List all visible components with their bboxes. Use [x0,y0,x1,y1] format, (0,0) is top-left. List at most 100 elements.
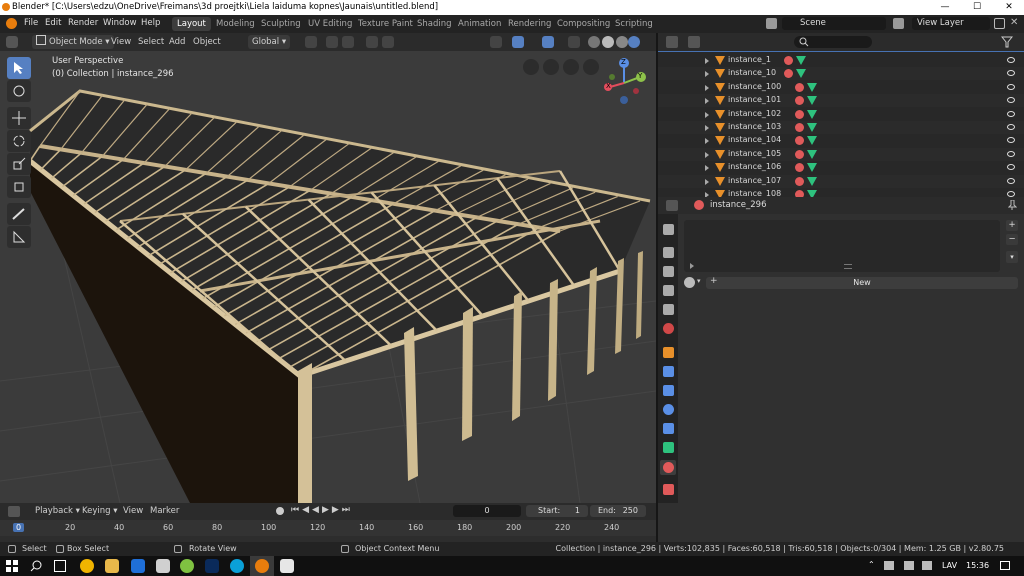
menu-object[interactable]: Object [193,35,221,49]
expand-arrow-icon[interactable] [705,138,709,145]
visibility-eye-icon[interactable] [1007,70,1015,77]
material-slot-list[interactable] [684,220,1000,272]
output-tab-icon[interactable] [663,266,674,277]
view-layer-selector[interactable]: View Layer [912,17,990,30]
expand-arrow-icon[interactable] [705,165,709,172]
scene-icon[interactable] [766,18,777,29]
app-icon-3[interactable] [280,559,294,573]
filter-icon[interactable] [1000,36,1014,48]
modifier-tab-icon[interactable] [663,366,674,377]
expand-arrow-icon[interactable] [705,84,709,91]
pivot-icon[interactable] [305,36,317,48]
overlay-toggle-icon[interactable] [542,36,554,48]
view-layer-copy-icon[interactable] [994,18,1005,29]
menu-view-timeline[interactable]: View [123,504,143,518]
shading-options-icon[interactable] [642,36,652,48]
properties-editor-type-icon[interactable] [666,200,678,211]
cursor-tool[interactable] [7,80,31,102]
tray-network-icon[interactable] [884,561,894,570]
menu-playback[interactable]: Playback ▾ [35,504,80,518]
render-tab-icon[interactable] [663,247,674,258]
visibility-eye-icon[interactable] [1007,177,1015,184]
menu-help[interactable]: Help [141,18,160,28]
select-box-tool[interactable] [7,57,31,79]
expand-arrow-icon[interactable] [705,178,709,185]
scene-selector[interactable]: Scene [782,17,886,30]
menu-view[interactable]: View [111,35,131,49]
expand-arrow-icon[interactable] [705,151,709,158]
tab-modeling[interactable]: Modeling [211,17,260,31]
word-icon[interactable] [131,559,145,573]
view-layer-icon[interactable] [893,18,904,29]
gizmo-toggle-icon[interactable] [512,36,524,48]
constraints-tab-icon[interactable] [663,423,674,434]
tab-layout[interactable]: Layout [172,17,211,31]
rotate-tool[interactable] [7,130,31,152]
menu-render[interactable]: Render [68,18,98,28]
transform-tool[interactable] [7,176,31,198]
notification-icon[interactable] [1000,561,1010,570]
tray-chevron-icon[interactable]: ⌃ [868,560,875,569]
outliner-item[interactable]: instance_104 [658,134,1024,148]
view-layer-tab-icon[interactable] [663,285,674,296]
resize-handle[interactable] [844,264,852,269]
visibility-eye-icon[interactable] [1007,110,1015,117]
start-frame-field[interactable]: Start: 1 [526,505,588,517]
expand-icon[interactable] [690,263,694,269]
tool-tab-icon[interactable] [663,224,674,235]
tab-sculpting[interactable]: Sculpting [256,17,306,31]
measure-tool[interactable] [7,226,31,248]
task-view-icon[interactable] [54,560,66,572]
rendered-shading-icon[interactable] [628,36,640,48]
annotate-tool[interactable] [7,203,31,225]
timeline-ruler[interactable]: 0 20 40 60 80 100 120 140 160 180 200 220 240 [0,520,656,536]
visibility-eye-icon[interactable] [1007,124,1015,130]
falloff-icon[interactable] [382,36,394,48]
add-slot-button[interactable]: + [1006,220,1018,231]
outliner-item[interactable]: instance_103 [658,121,1024,134]
expand-arrow-icon[interactable] [705,125,709,131]
outliner-item[interactable]: instance_107 [658,174,1024,188]
outliner-item[interactable]: instance_102 [658,107,1024,121]
expand-arrow-icon[interactable] [705,71,709,78]
app-icon-1[interactable] [156,559,170,573]
tab-compositing[interactable]: Compositing [552,17,615,31]
windows-start-icon[interactable] [6,560,18,572]
move-tool[interactable] [7,107,31,129]
visibility-icon[interactable] [490,36,502,48]
menu-add[interactable]: Add [169,35,185,49]
navigation-gizmo[interactable]: Z Y X [600,55,650,107]
outliner-item[interactable]: instance_106 [658,161,1024,175]
physics-tab-icon[interactable] [663,404,674,415]
menu-marker[interactable]: Marker [150,504,179,518]
playback-controls[interactable]: ⏮◀◀▶▶⏭ [291,505,353,515]
menu-window[interactable]: Window [103,18,137,28]
editor-type-icon[interactable] [6,36,18,48]
blender-menu-icon[interactable] [6,18,17,29]
clock[interactable]: 15:36 [966,561,989,570]
solid-shading-icon[interactable] [602,36,614,48]
visibility-eye-icon[interactable] [1007,150,1015,157]
expand-arrow-icon[interactable] [705,111,709,118]
current-frame-field[interactable]: 0 [453,505,521,517]
remove-slot-button[interactable]: − [1006,234,1018,245]
pin-icon[interactable] [1007,199,1018,210]
timeline-editor-type-icon[interactable] [8,506,20,517]
pan-view-icon[interactable] [563,59,579,75]
keyboard-language[interactable]: LAV [942,561,957,570]
blender-taskbar-icon[interactable] [255,559,269,573]
file-explorer-icon[interactable] [105,559,119,573]
xray-icon[interactable] [568,36,580,48]
visibility-eye-icon[interactable] [1007,97,1015,104]
slot-specials-button[interactable]: ▾ [1006,251,1018,263]
material-tab-icon[interactable] [663,462,674,473]
outliner-item[interactable]: instance_101 [658,94,1024,108]
grid-view-icon[interactable] [523,59,539,75]
particles-tab-icon[interactable] [663,385,674,396]
display-mode-icon[interactable] [688,36,700,48]
tray-volume-icon[interactable] [922,561,932,570]
visibility-eye-icon[interactable] [1007,83,1015,90]
data-tab-icon[interactable] [663,442,674,453]
tab-shading[interactable]: Shading [412,17,457,31]
texture-tab-icon[interactable] [663,484,674,495]
